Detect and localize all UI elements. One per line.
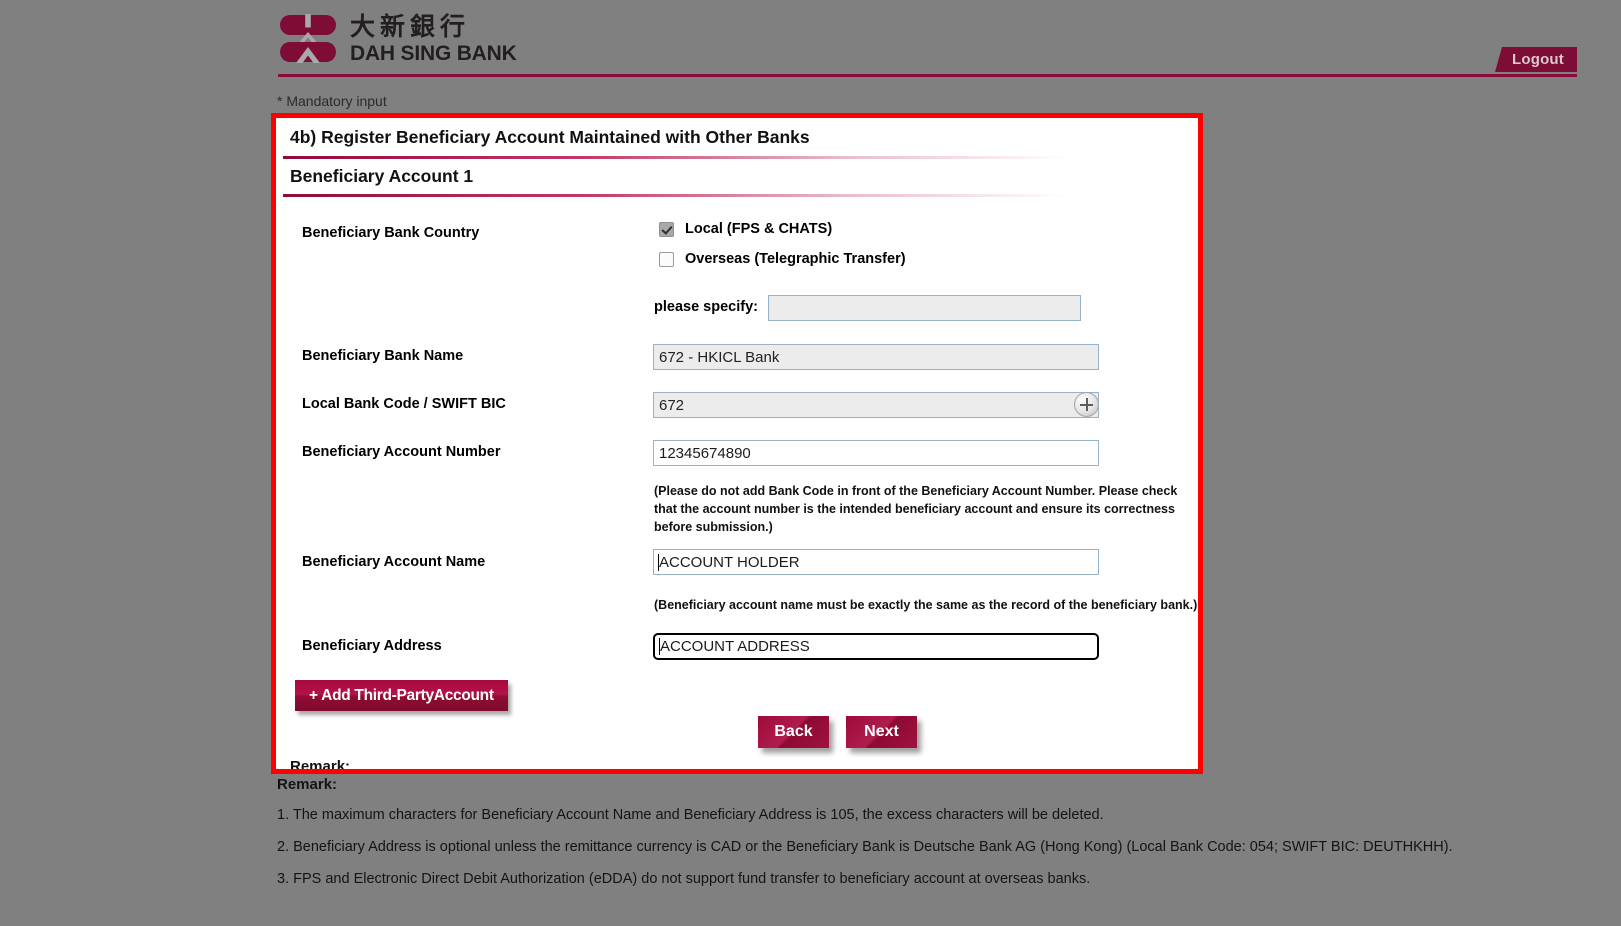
logo-text-chinese: 大新銀行 <box>350 12 471 41</box>
remark-item: 1. The maximum characters for Beneficiar… <box>277 807 1104 823</box>
account-number-note: (Please do not add Bank Code in front of… <box>654 484 1178 534</box>
beneficiary-account-number-input[interactable] <box>653 440 1099 466</box>
text-caret-address <box>659 638 660 655</box>
please-specify-input[interactable] <box>768 295 1081 321</box>
bank-logo: 大新銀行 DAH SING BANK <box>278 13 517 65</box>
beneficiary-form-card: 4b) Register Beneficiary Account Maintai… <box>271 113 1203 774</box>
next-button[interactable]: Next <box>846 716 917 748</box>
remark-heading-clipped: Remark: <box>290 758 351 774</box>
label-please-specify: please specify: <box>654 299 758 315</box>
search-plus-icon[interactable] <box>1074 392 1099 417</box>
beneficiary-bank-name-input[interactable] <box>653 344 1099 370</box>
text-caret-account-name <box>658 554 659 571</box>
label-beneficiary-bank-country: Beneficiary Bank Country <box>302 225 480 241</box>
logo-text-english: DAH SING BANK <box>350 42 517 65</box>
label-beneficiary-address: Beneficiary Address <box>302 638 442 654</box>
form-title: 4b) Register Beneficiary Account Maintai… <box>290 127 810 147</box>
form-title-divider <box>283 156 1068 159</box>
logout-button[interactable]: Logout <box>1494 47 1577 72</box>
checkbox-overseas-label: Overseas (Telegraphic Transfer) <box>685 251 906 267</box>
label-beneficiary-bank-name: Beneficiary Bank Name <box>302 348 464 364</box>
checkbox-local-label: Local (FPS & CHATS) <box>685 221 833 237</box>
checkbox-row-overseas[interactable]: Overseas (Telegraphic Transfer) <box>659 251 906 267</box>
remark-item: 3. FPS and Electronic Direct Debit Autho… <box>277 870 1091 887</box>
label-local-bank-code: Local Bank Code / SWIFT BIC <box>302 396 506 412</box>
header-divider <box>278 74 1577 77</box>
page-header: 大新銀行 DAH SING BANK Logout <box>0 0 1621 88</box>
checkbox-overseas[interactable] <box>659 251 674 267</box>
mandatory-input-note: * Mandatory input <box>277 93 387 109</box>
add-third-party-account-button[interactable]: + Add Third-PartyAccount <box>295 680 508 711</box>
beneficiary-account-subtitle: Beneficiary Account 1 <box>290 166 474 186</box>
label-beneficiary-account-number: Beneficiary Account Number <box>302 444 501 460</box>
remark-item: 2. Beneficiary Address is optional unles… <box>277 838 1453 855</box>
back-button[interactable]: Back <box>758 716 829 748</box>
remarks-title: Remark: <box>277 776 338 793</box>
beneficiary-address-input[interactable] <box>653 633 1099 660</box>
account-name-note: (Beneficiary account name must be exactl… <box>654 598 1198 612</box>
label-beneficiary-account-name: Beneficiary Account Name <box>302 554 486 570</box>
checkbox-row-local[interactable]: Local (FPS & CHATS) <box>659 221 832 237</box>
checkbox-local[interactable] <box>659 221 674 237</box>
dah-sing-logo-icon <box>278 13 338 65</box>
beneficiary-account-name-input[interactable] <box>653 549 1099 575</box>
local-bank-code-input[interactable] <box>653 392 1099 418</box>
subtitle-divider <box>283 194 1068 197</box>
remarks-section: Remark: 1. The maximum characters for Be… <box>277 776 1477 900</box>
